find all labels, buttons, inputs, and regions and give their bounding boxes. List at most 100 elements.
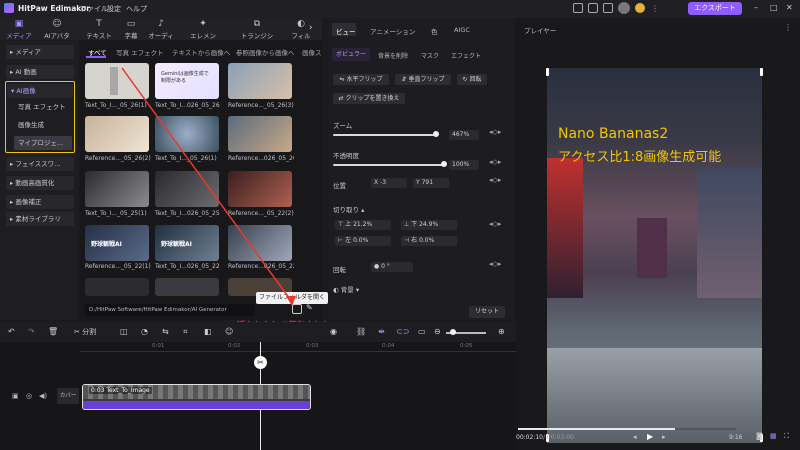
toolbar-ai-avatar[interactable]: ☺AIアバター: [42, 19, 72, 50]
undo-icon[interactable]: ↶: [8, 327, 15, 336]
opacity-slider[interactable]: [333, 164, 445, 166]
tab-aigc[interactable]: AIGC: [454, 26, 470, 34]
x-field[interactable]: X -3: [371, 178, 407, 188]
opacity-knob[interactable]: [441, 161, 447, 167]
keyframe-icon[interactable]: ◂◇▸: [489, 158, 501, 166]
next-frame-icon[interactable]: ▸: [662, 433, 666, 441]
speed-icon[interactable]: ◔: [141, 327, 148, 336]
tab-view[interactable]: ビュー: [332, 23, 356, 36]
play-icon[interactable]: ▶: [647, 432, 653, 441]
close-icon[interactable]: ✕: [786, 3, 793, 12]
crop-bottom-field[interactable]: ⊥ 下 24.9%: [401, 220, 457, 230]
crop-top-field[interactable]: ⊤ 上 21.2%: [335, 220, 391, 230]
cloud-icon[interactable]: [603, 3, 613, 13]
media-thumb[interactable]: 野球観戦AI: [155, 225, 219, 261]
export-button[interactable]: エクスポート: [688, 2, 742, 15]
background-toggle[interactable]: ◐ 背景 ▾: [333, 284, 359, 294]
v-flip-button[interactable]: ⇵ 垂直フリップ: [395, 74, 451, 85]
crop-icon[interactable]: ⌗: [183, 327, 188, 337]
media-thumb[interactable]: [155, 171, 219, 207]
crop-label[interactable]: 切り取り ▴: [333, 204, 364, 214]
sidebar-item-ai-image[interactable]: ▾ AI画像: [7, 84, 73, 98]
avatar[interactable]: [618, 2, 630, 14]
media-thumb[interactable]: [228, 116, 292, 152]
media-thumb[interactable]: [85, 278, 149, 296]
delete-icon[interactable]: 🗑: [48, 327, 58, 336]
cover-button[interactable]: カバー: [57, 388, 79, 404]
crop-handle[interactable]: [760, 68, 763, 76]
sidebar-item-video-upscale[interactable]: ▸ 動画高画質化: [6, 176, 74, 190]
face-icon[interactable]: ☺: [225, 327, 233, 336]
media-thumb[interactable]: [85, 116, 149, 152]
prev-frame-icon[interactable]: ◂: [633, 433, 637, 441]
media-thumb[interactable]: [155, 278, 219, 296]
magnet-icon[interactable]: ⊂⊃: [396, 327, 409, 336]
path-field[interactable]: D:/HitPaw Software/HitPaw Edimakor/AI Ge…: [85, 304, 255, 316]
media-thumb[interactable]: [155, 116, 219, 152]
sidebar-item-face-swap[interactable]: ▸ フェイススワ...: [6, 157, 74, 171]
lock-icon[interactable]: ▣: [12, 392, 19, 400]
keyframe-icon[interactable]: ◂◇▸: [489, 260, 501, 268]
media-thumb[interactable]: [85, 171, 149, 207]
more-icon[interactable]: ⋮: [651, 4, 659, 13]
redo-icon[interactable]: ↷: [28, 327, 35, 336]
fullscreen-icon[interactable]: ⛶: [784, 432, 789, 441]
link-icon[interactable]: ⛓: [356, 327, 366, 336]
crop-right-field[interactable]: ⊣ 右 0.0%: [401, 236, 457, 246]
mic-icon[interactable]: ◉: [330, 327, 337, 336]
crop-left-field[interactable]: ⊢ 左 0.0%: [335, 236, 391, 246]
coin-icon[interactable]: [635, 3, 645, 13]
zoom-slider[interactable]: [333, 134, 437, 136]
media-thumb[interactable]: [228, 63, 292, 99]
freeze-icon[interactable]: ◫: [120, 327, 128, 336]
rotate-button[interactable]: ↻ 回転: [457, 74, 487, 85]
message-icon[interactable]: [588, 3, 598, 13]
snap-icon[interactable]: ⇼: [378, 327, 385, 336]
crop-handle[interactable]: [546, 68, 549, 76]
toolbar-text[interactable]: T テキスト: [84, 19, 114, 40]
maximize-icon[interactable]: □: [770, 3, 778, 12]
toolbar-audio[interactable]: ♪オーディオ: [146, 19, 176, 50]
sidebar-item-image-gen[interactable]: 画像生成: [14, 118, 72, 132]
eye-icon[interactable]: ◎: [26, 392, 32, 400]
reverse-icon[interactable]: ⇆: [162, 327, 169, 336]
media-thumb[interactable]: [228, 225, 292, 261]
subtab-mask[interactable]: マスク: [421, 51, 439, 60]
timeline-clip[interactable]: 0:03 Text_To_Image: [82, 384, 311, 410]
opacity-field[interactable]: 100%: [449, 160, 479, 170]
rotation-field[interactable]: ● 0 °: [371, 262, 413, 272]
notification-icon[interactable]: [573, 3, 583, 13]
zoom-knob[interactable]: [450, 329, 456, 335]
media-thumb[interactable]: [85, 63, 149, 99]
zoom-field[interactable]: 467%: [449, 130, 479, 140]
media-thumb[interactable]: Geminiは画像生成で制限がある: [155, 63, 219, 99]
minimize-icon[interactable]: –: [754, 3, 758, 12]
tab-photo-effect[interactable]: 写真 エフェクト: [116, 47, 164, 57]
toolbar-element[interactable]: ✦エレメント: [188, 19, 218, 50]
sidebar-item-ai-video[interactable]: ▸ AI 動画: [6, 65, 74, 79]
zoom-knob[interactable]: [433, 131, 439, 137]
keyframe-icon[interactable]: ◂◇▸: [489, 220, 501, 228]
grid-icon[interactable]: ▦: [770, 432, 777, 440]
sidebar-item-library[interactable]: ▸ 素材ライブラリ: [6, 212, 74, 226]
mirror-icon[interactable]: ◧: [204, 327, 212, 336]
toolbar-media[interactable]: ▣ メディア: [4, 19, 34, 40]
tab-ref-to-image[interactable]: 参照画像から画像へ: [236, 47, 295, 57]
tab-color[interactable]: 色: [431, 26, 438, 36]
zoom-out-icon[interactable]: ⊖: [434, 327, 441, 336]
subtab-effect[interactable]: エフェクト: [451, 51, 481, 60]
aspect-ratio[interactable]: 9:16: [729, 434, 742, 441]
reset-button[interactable]: リセット: [469, 306, 505, 318]
keyframe-icon[interactable]: ◂◇▸: [489, 128, 501, 136]
replace-clip-button[interactable]: ⇄ クリップを置き換え: [333, 93, 405, 104]
track-icon[interactable]: ▭: [418, 327, 426, 336]
snapshot-icon[interactable]: ◙: [756, 432, 763, 440]
menu-settings[interactable]: 設定: [107, 4, 121, 14]
scissors-icon[interactable]: ✂: [254, 356, 267, 369]
menu-file[interactable]: ファイル: [80, 4, 108, 14]
split-button[interactable]: ✂ 分割: [74, 327, 96, 337]
sidebar-item-media[interactable]: ▸ メディア: [6, 45, 74, 59]
open-folder-icon[interactable]: [292, 304, 302, 314]
video-preview[interactable]: Nano Bananas2 アクセス比1:8画像生成可能: [547, 68, 762, 443]
sidebar-item-photo-effect[interactable]: 写真 エフェクト: [14, 100, 72, 114]
